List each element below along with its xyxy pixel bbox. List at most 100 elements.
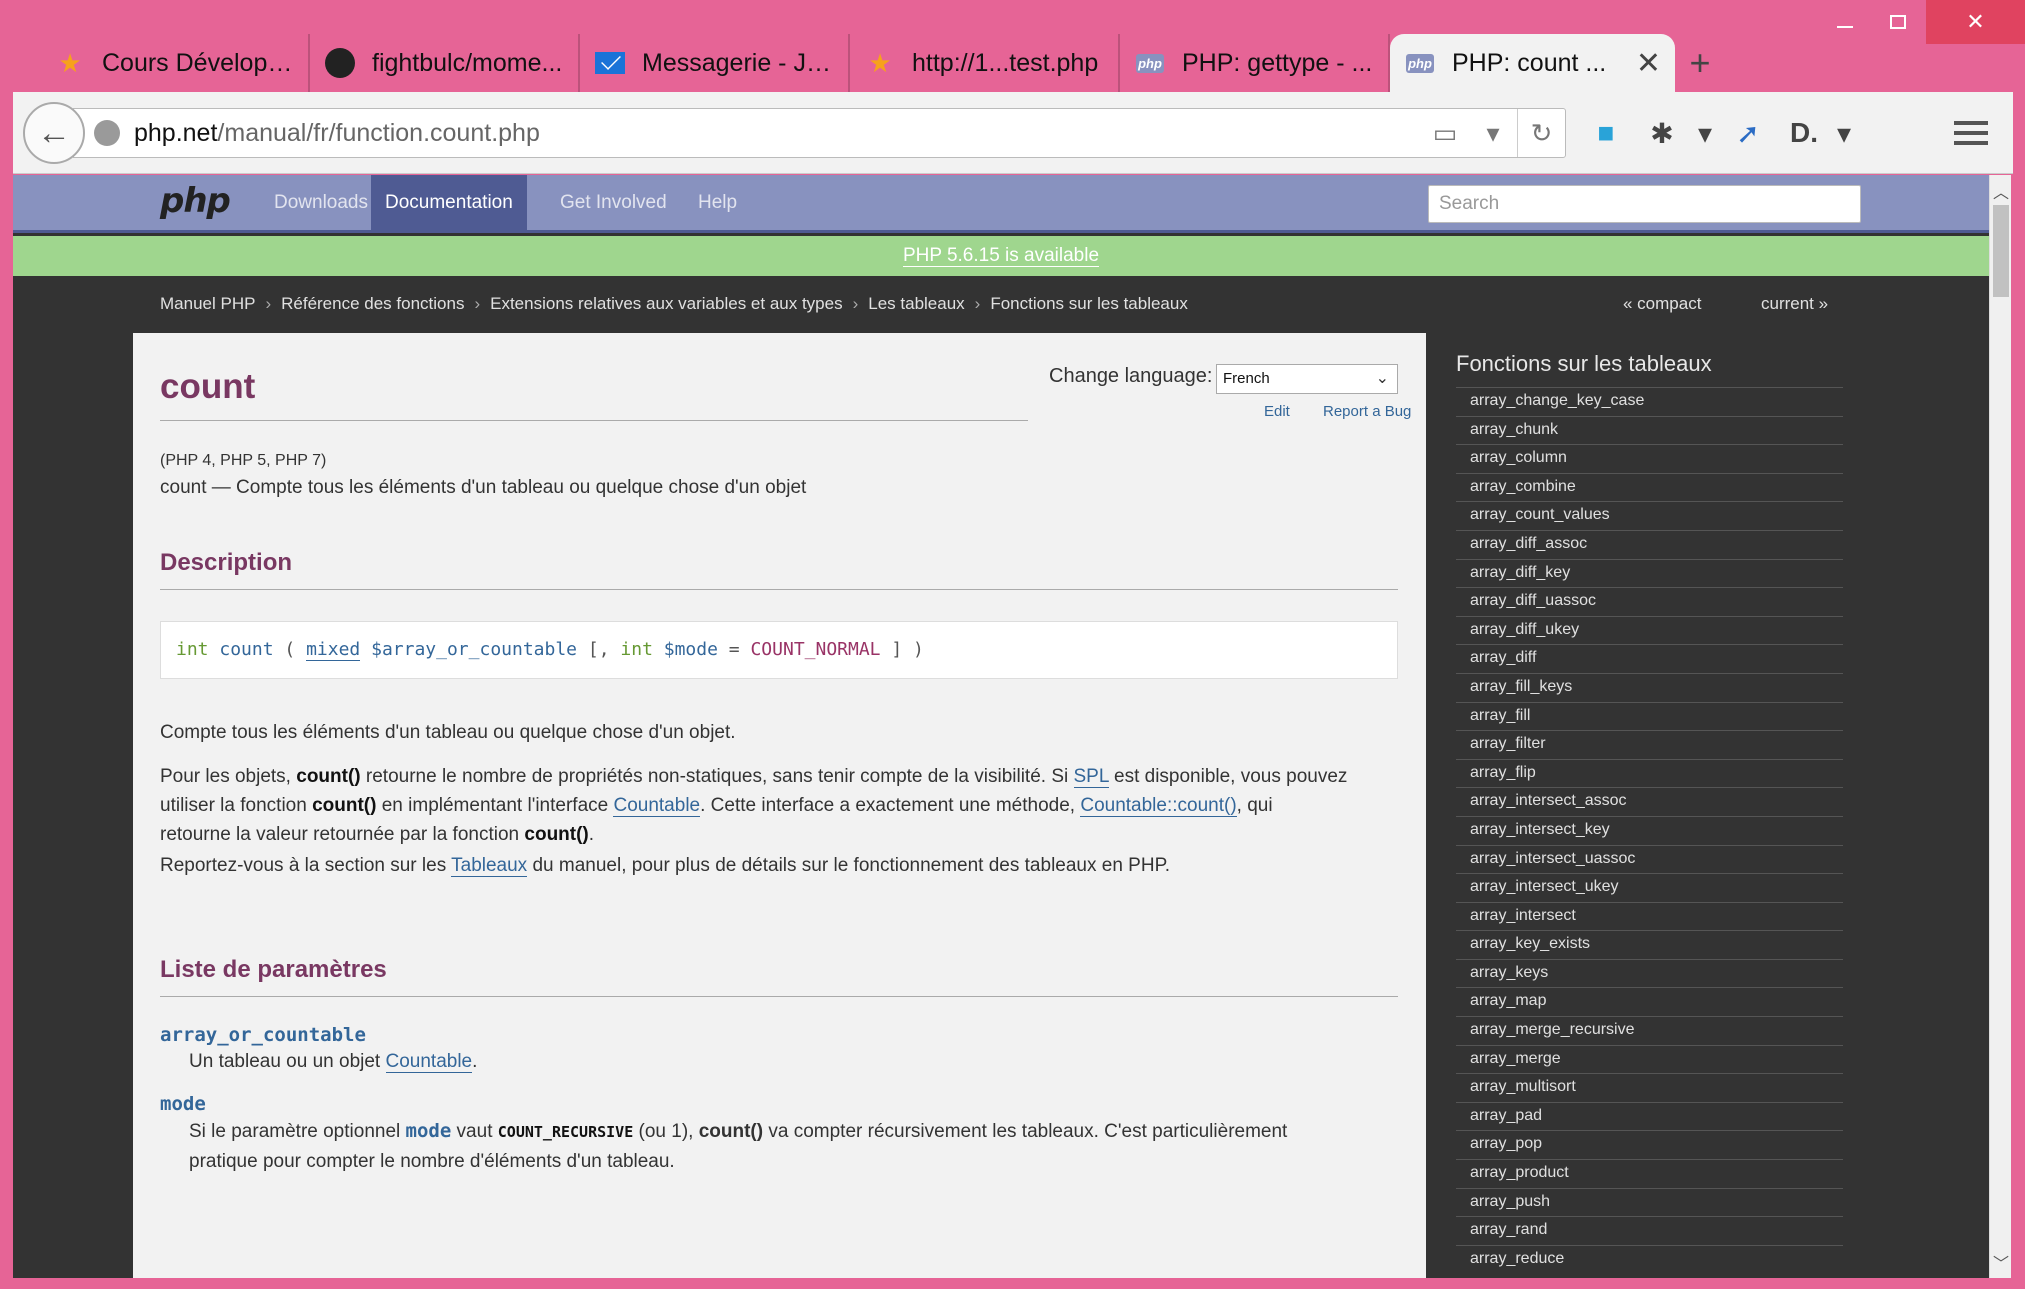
php-logo[interactable]: php (160, 181, 231, 221)
tableaux-link[interactable]: Tableaux (451, 855, 528, 877)
breadcrumb-sep: › (852, 294, 859, 313)
sidebar-item[interactable]: array_change_key_case (1456, 387, 1843, 416)
breadcrumb-item[interactable]: Manuel PHP (160, 294, 255, 313)
sidebar-item[interactable]: array_diff_key (1456, 558, 1843, 588)
nav-help[interactable]: Help (684, 175, 751, 233)
dashlane-icon[interactable]: D. (1776, 106, 1832, 160)
scroll-down-icon[interactable]: ﹀ (1990, 1250, 2011, 1274)
nav-documentation[interactable]: Documentation (371, 175, 527, 233)
breadcrumb: Manuel PHP › Référence des fonctions › Exten… (160, 294, 1188, 314)
sidebar-item[interactable]: array_product (1456, 1159, 1843, 1188)
sidebar-item[interactable]: array_flip (1456, 758, 1843, 788)
spl-link[interactable]: SPL (1073, 766, 1109, 788)
minimize-button[interactable] (1820, 0, 1870, 44)
tab-messagerie[interactable]: Messagerie - Je... (580, 34, 850, 92)
tab-test-php[interactable]: ★ http://1...test.php (850, 34, 1120, 92)
extension-squares-icon[interactable]: ■ (1578, 106, 1634, 160)
text: . (588, 824, 595, 845)
text: Pour les objets, (160, 766, 297, 787)
vertical-scrollbar[interactable]: ︿ ﹀ (1989, 175, 2011, 1278)
scroll-up-icon[interactable]: ︿ (1990, 179, 2011, 203)
back-button[interactable]: ← (23, 102, 85, 164)
sidebar-item[interactable]: array_chunk (1456, 415, 1843, 445)
sidebar-item[interactable]: array_filter (1456, 730, 1843, 759)
type-link[interactable]: mixed (306, 639, 361, 661)
sidebar-item[interactable]: array_key_exists (1456, 930, 1843, 959)
sidebar-item[interactable]: array_pad (1456, 1101, 1843, 1131)
report-bug-link[interactable]: Report a Bug (1323, 403, 1411, 420)
mail-icon (594, 47, 626, 79)
sidebar-item[interactable]: array_merge_recursive (1456, 1016, 1843, 1045)
sidebar-item[interactable]: array_diff (1456, 644, 1843, 673)
prev-page-link[interactable]: « compact (1623, 294, 1701, 314)
sidebar-item[interactable]: array_diff_ukey (1456, 615, 1843, 645)
tab-github[interactable]: fightbulc/mome... (310, 34, 580, 92)
sidebar-item[interactable]: array_combine (1456, 472, 1843, 502)
language-select[interactable]: French ⌄ (1216, 364, 1398, 394)
sidebar-item[interactable]: array_diff_assoc (1456, 529, 1843, 559)
star-icon: ★ (58, 47, 82, 78)
firebug-dropdown-icon[interactable]: ▾ (1690, 106, 1720, 160)
reload-icon[interactable]: ↻ (1517, 109, 1565, 157)
sidebar-item[interactable]: array_intersect_key (1456, 815, 1843, 845)
sidebar-item[interactable]: array_count_values (1456, 501, 1843, 530)
breadcrumb-item[interactable]: Fonctions sur les tableaux (990, 294, 1188, 313)
hamburger-menu-icon[interactable] (1943, 106, 1999, 160)
sidebar-item[interactable]: array_column (1456, 444, 1843, 473)
sidebar-item[interactable]: array_intersect_uassoc (1456, 844, 1843, 874)
tab-count[interactable]: php PHP: count ... ✕ (1390, 34, 1675, 92)
text: pratique pour compter le nombre d'élémen… (189, 1151, 675, 1172)
breadcrumb-item[interactable]: Les tableaux (868, 294, 964, 313)
sidebar-item[interactable]: array_fill (1456, 701, 1843, 731)
countable-link[interactable]: Countable (613, 795, 701, 817)
breadcrumb-sep: › (265, 294, 272, 313)
sidebar-item[interactable]: array_pop (1456, 1130, 1843, 1159)
dashlane-dropdown-icon[interactable]: ▾ (1832, 106, 1856, 160)
sidebar-item[interactable]: array_multisort (1456, 1073, 1843, 1102)
sidebar-item[interactable]: array_diff_uassoc (1456, 587, 1843, 616)
description-paragraph-2: Pour les objets, count() retourne le nom… (160, 762, 1400, 849)
constant: COUNT_RECURSIVE (497, 1123, 634, 1141)
sidebar-title[interactable]: Fonctions sur les tableaux (1456, 351, 1712, 377)
text: . Cette interface a exactement une métho… (700, 795, 1081, 816)
sidebar-item[interactable]: array_fill_keys (1456, 672, 1843, 702)
next-page-link[interactable]: current » (1761, 294, 1828, 314)
close-tab-icon[interactable]: ✕ (1636, 46, 1661, 81)
page-viewport: php Downloads Documentation Get Involved… (13, 175, 2011, 1278)
countable-count-link[interactable]: Countable::count() (1080, 795, 1237, 817)
new-tab-button[interactable]: + (1675, 34, 1725, 92)
tab-gettype[interactable]: php PHP: gettype - ... (1120, 34, 1390, 92)
text: Reportez-vous à la section sur les (160, 855, 452, 876)
nav-get-involved[interactable]: Get Involved (546, 175, 681, 233)
firebug-icon[interactable]: ✱ (1634, 106, 1690, 160)
dropdown-arrow-icon[interactable]: ▾ (1469, 109, 1517, 157)
sidebar-item[interactable]: array_reduce (1456, 1244, 1843, 1274)
tab-label: PHP: count ... (1452, 48, 1607, 77)
url-path: /manual/fr/function.count.php (217, 118, 540, 147)
tab-label: fightbulc/mome... (372, 48, 563, 77)
release-banner[interactable]: PHP 5.6.15 is available (13, 236, 1989, 276)
sidebar-item[interactable]: array_merge (1456, 1044, 1843, 1074)
cursor-extension-icon[interactable]: ➚ (1720, 106, 1776, 160)
url-bar[interactable]: php.net/manual/fr/function.count.php ▭ ▾… (73, 108, 1566, 158)
maximize-button[interactable] (1870, 0, 1926, 44)
countable-link[interactable]: Countable (385, 1051, 473, 1073)
scrollbar-thumb[interactable] (1993, 205, 2009, 297)
reader-view-icon[interactable]: ▭ (1421, 109, 1469, 157)
sidebar-item[interactable]: array_rand (1456, 1216, 1843, 1245)
breadcrumb-item[interactable]: Référence des fonctions (281, 294, 464, 313)
tab-cours[interactable]: ★ Cours Développ... (40, 34, 310, 92)
sidebar-item[interactable]: array_intersect (1456, 901, 1843, 931)
nav-downloads[interactable]: Downloads (260, 175, 382, 233)
close-window-button[interactable]: ✕ (1926, 0, 2025, 44)
sidebar-item[interactable]: array_map (1456, 987, 1843, 1016)
sidebar-item[interactable]: array_intersect_ukey (1456, 873, 1843, 902)
sidebar-item[interactable]: array_keys (1456, 958, 1843, 988)
php-versions: (PHP 4, PHP 5, PHP 7) (160, 452, 327, 469)
sidebar-item[interactable]: array_push (1456, 1187, 1843, 1217)
banner-text[interactable]: PHP 5.6.15 is available (902, 245, 1100, 267)
breadcrumb-item[interactable]: Extensions relatives aux variables et au… (490, 294, 842, 313)
search-input[interactable]: Search (1428, 185, 1861, 223)
sidebar-item[interactable]: array_intersect_assoc (1456, 787, 1843, 816)
edit-link[interactable]: Edit (1264, 403, 1290, 420)
